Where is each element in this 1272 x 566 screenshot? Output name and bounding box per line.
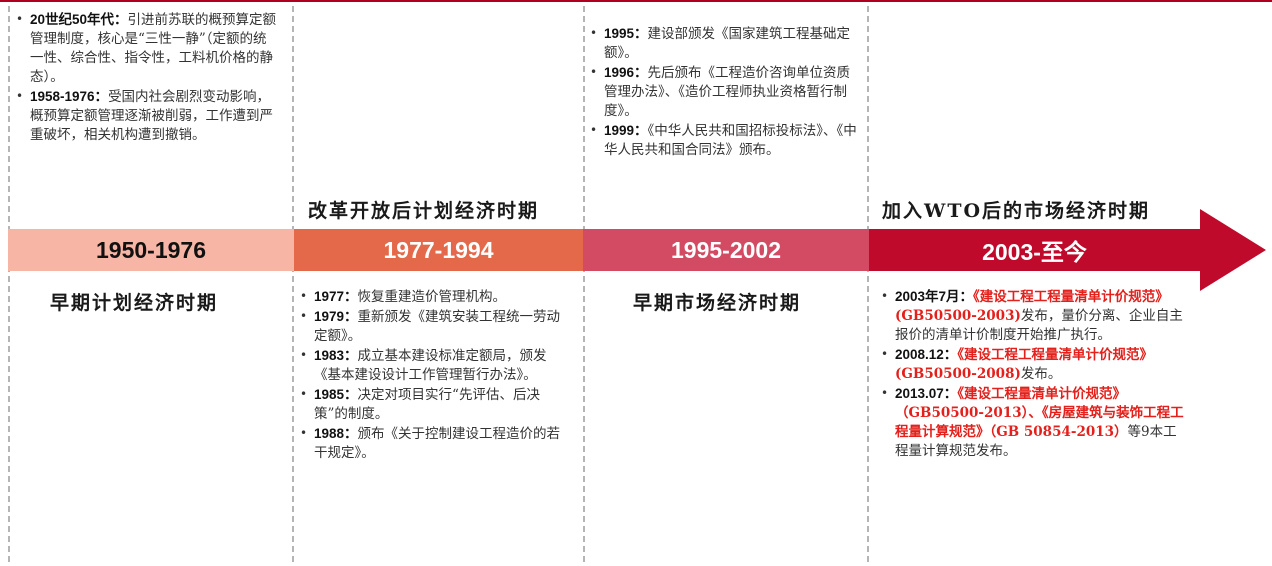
period-band-1: 1950-1976: [8, 229, 294, 271]
event-year: 2008.12：: [895, 347, 958, 362]
divider-line: [583, 6, 585, 562]
event-year: 1995：: [604, 26, 648, 41]
event-item: 1958-1976：受国内社会剧烈变动影响，概预算定额管理逐渐被削弱，工作遭到严…: [16, 87, 278, 145]
era-label-3: 早期市场经济时期: [633, 292, 802, 314]
period-years: 1995-2002: [671, 236, 781, 263]
event-item: 1983：成立基本建设标准定额局，颁发《基本建设设计工作管理暂行办法》。: [300, 346, 572, 385]
event-text: 恢复重建造价管理机构。: [357, 289, 507, 305]
era-label-1: 早期计划经济时期: [50, 292, 219, 314]
event-item: 1979：重新颁发《建筑安装工程统一劳动定额》。: [300, 307, 572, 346]
event-year: 1977：: [314, 289, 358, 304]
divider-line: [292, 6, 294, 562]
timeline-arrow-icon: [1200, 209, 1266, 291]
event-year: 20世纪50年代：: [30, 12, 128, 27]
events-1995-2002: 1995：建设部颁发《国家建筑工程基础定额》。 1996：先后颁布《工程造价咨询…: [590, 24, 860, 160]
event-item: 2013.07：《建设工程量清单计价规范》（GB50500-2013）、《房屋建…: [881, 384, 1186, 461]
events-1950-1976: 20世纪50年代：引进前苏联的概预算定额管理制度，核心是“三性一静”（定额的统一…: [16, 10, 278, 145]
divider-line: [867, 6, 869, 562]
event-text: 发布。: [1020, 366, 1062, 382]
event-item: 2008.12：《建设工程工程量清单计价规范》(GB50500-2008)发布。: [881, 345, 1186, 384]
event-item: 1995：建设部颁发《国家建筑工程基础定额》。: [590, 24, 860, 63]
events-2003-now: 2003年7月：《建设工程工程量清单计价规范》(GB50500-2003)发布，…: [881, 287, 1186, 461]
event-year: 1985：: [314, 387, 358, 402]
period-years: 1977-1994: [383, 236, 494, 263]
events-1977-1994: 1977：恢复重建造价管理机构。 1979：重新颁发《建筑安装工程统一劳动定额》…: [300, 287, 572, 463]
period-years: 1950-1976: [96, 236, 206, 263]
event-year: 1979：: [314, 309, 358, 324]
period-years: 2003-至今: [982, 239, 1087, 265]
period-band-3: 1995-2002: [583, 229, 869, 271]
event-year: 1958-1976：: [30, 89, 109, 104]
event-item: 1996：先后颁布《工程造价咨询单位资质管理办法》、《造价工程师执业资格暂行制度…: [590, 63, 860, 121]
period-band-2: 1977-1994: [294, 229, 583, 271]
divider-line: [8, 6, 10, 562]
event-item: 2003年7月：《建设工程工程量清单计价规范》(GB50500-2003)发布，…: [881, 287, 1186, 345]
era-label-4: 加入WTO后的市场经济时期: [882, 200, 1151, 222]
event-year: 1983：: [314, 348, 358, 363]
event-item: 1999：《中华人民共和国招标投标法》、《中华人民共和国合同法》颁布。: [590, 121, 860, 160]
era-label-2: 改革开放后计划经济时期: [308, 200, 540, 222]
event-item: 1988：颁布《关于控制建设工程造价的若干规定》。: [300, 424, 572, 463]
top-rule: [0, 0, 1272, 2]
event-item: 20世纪50年代：引进前苏联的概预算定额管理制度，核心是“三性一静”（定额的统一…: [16, 10, 278, 87]
period-band-4: 2003-至今: [869, 229, 1200, 271]
event-year: 1999：: [604, 123, 648, 138]
event-year: 2013.07：: [895, 386, 958, 401]
event-item: 1977：恢复重建造价管理机构。: [300, 287, 572, 307]
event-year: 1996：: [604, 65, 648, 80]
event-item: 1985：决定对项目实行“先评估、后决策”的制度。: [300, 385, 572, 424]
event-year: 2003年7月：: [895, 289, 974, 304]
event-year: 1988：: [314, 426, 358, 441]
